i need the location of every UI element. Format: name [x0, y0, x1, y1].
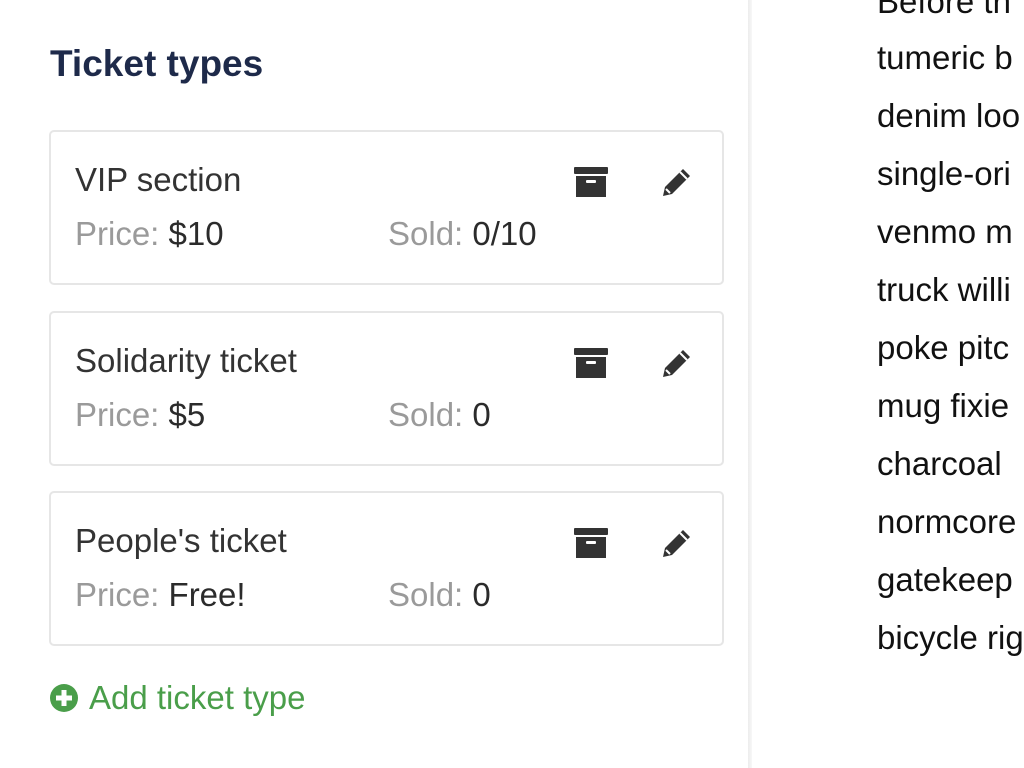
- sold-label: Sold:: [388, 215, 464, 252]
- archive-button[interactable]: [571, 523, 611, 563]
- archive-button[interactable]: [571, 343, 611, 383]
- ticket-sold: Sold: 0/10: [388, 214, 537, 254]
- description-line: denim loo: [877, 97, 1021, 134]
- description-line: single-ori: [877, 155, 1011, 192]
- archive-icon: [574, 348, 608, 378]
- ticket-name: VIP section: [75, 161, 242, 198]
- ticket-name: People's ticket: [75, 522, 287, 559]
- archive-icon: [574, 528, 608, 558]
- price-value: $5: [168, 396, 206, 433]
- archive-icon: [574, 167, 608, 197]
- archive-button[interactable]: [571, 162, 611, 202]
- section-title: Ticket types: [50, 43, 264, 84]
- price-label: Price:: [75, 576, 160, 613]
- ticket-price: Price: $5: [75, 395, 205, 435]
- ticket-sold: Sold: 0: [388, 395, 491, 435]
- description-line: gatekeep: [877, 561, 1013, 598]
- add-ticket-type-label: Add ticket type: [89, 679, 306, 716]
- pencil-icon: [663, 169, 690, 196]
- ticket-name: Solidarity ticket: [75, 342, 297, 379]
- description-line: normcore: [877, 503, 1017, 540]
- ticket-card: People's ticket Price: Free! Sold: 0: [49, 491, 724, 646]
- ticket-price: Price: $10: [75, 214, 224, 254]
- price-value: $10: [168, 215, 224, 252]
- sold-value: 0/10: [472, 215, 537, 252]
- page: Ticket types VIP section Price: $10 Sold…: [0, 0, 1024, 768]
- price-label: Price:: [75, 396, 160, 433]
- ticket-types-panel: Ticket types VIP section Price: $10 Sold…: [0, 0, 748, 768]
- edit-button[interactable]: [657, 343, 697, 383]
- ticket-card: VIP section Price: $10 Sold: 0/10: [49, 130, 724, 285]
- pencil-icon: [663, 530, 690, 557]
- ticket-price: Price: Free!: [75, 575, 246, 615]
- description-line: truck willi: [877, 271, 1011, 308]
- price-value: Free!: [168, 576, 246, 613]
- description-line: tumeric b: [877, 39, 1013, 76]
- description-line: Before th: [877, 0, 1011, 20]
- plus-circle-icon: [50, 684, 78, 712]
- edit-button[interactable]: [657, 162, 697, 202]
- description-line: charcoal: [877, 445, 1002, 482]
- sold-label: Sold:: [388, 576, 464, 613]
- description-panel: Before th tumeric b denim loo single-ori…: [752, 0, 1024, 768]
- pencil-icon: [663, 350, 690, 377]
- description-line: bicycle rig: [877, 619, 1024, 656]
- ticket-sold: Sold: 0: [388, 575, 491, 615]
- sold-label: Sold:: [388, 396, 464, 433]
- ticket-card: Solidarity ticket Price: $5 Sold: 0: [49, 311, 724, 466]
- description-line: poke pitc: [877, 329, 1010, 366]
- price-label: Price:: [75, 215, 160, 252]
- add-ticket-type-link[interactable]: Add ticket type: [49, 678, 305, 718]
- description-line: venmo m: [877, 213, 1013, 250]
- sold-value: 0: [472, 396, 491, 433]
- description-line: mug fixie: [877, 387, 1010, 424]
- edit-button[interactable]: [657, 523, 697, 563]
- sold-value: 0: [472, 576, 491, 613]
